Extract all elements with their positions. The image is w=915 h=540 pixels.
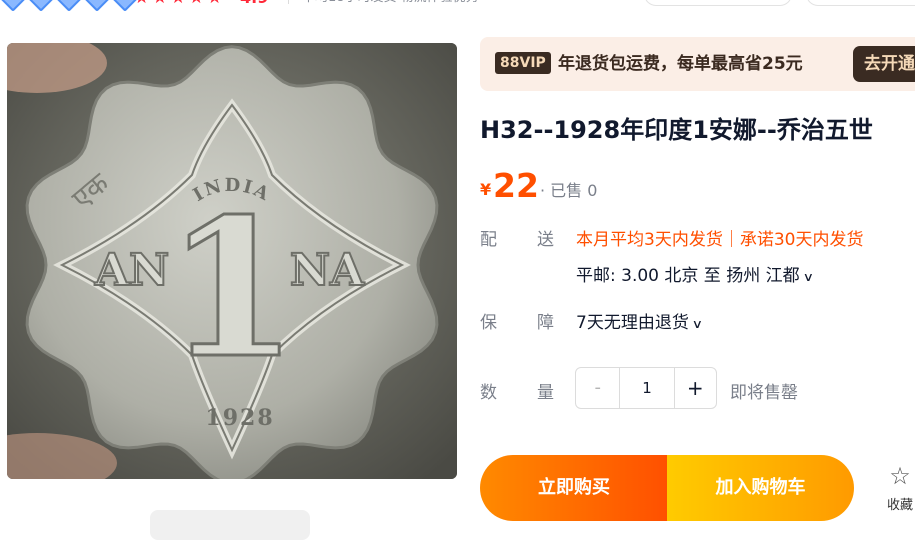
quantity-input[interactable]: 1 (620, 368, 675, 408)
coin-denomination: 1 (166, 177, 298, 400)
coin-word-right: NA (290, 245, 365, 296)
diamond-icon (56, 0, 82, 12)
chevron-down-icon: ∨ (691, 317, 703, 331)
favorite-label: 收藏 (886, 498, 913, 513)
product-image[interactable]: INDIA 1 AN NA 1928 एक (7, 43, 457, 479)
rating-stars: ★ ★ ★ ★ ★ (134, 0, 222, 8)
shop-shipping-note: 平均18小时发货 物流体验优秀 (302, 0, 479, 8)
guarantee-text: 7天无理由退货 (576, 313, 689, 333)
quantity-decrease-button[interactable]: - (576, 368, 621, 408)
star-icon: ★ (171, 0, 186, 8)
quantity-stepper: - 1 + (575, 367, 717, 409)
sold-count: · 已售 0 (540, 181, 598, 200)
delivery-route-text: 平邮: 3.00 北京 至 扬州 江都 (576, 266, 800, 286)
shop-button[interactable] (806, 0, 915, 6)
image-thumbnails[interactable] (150, 510, 310, 540)
top-strip: ★ ★ ★ ★ ★ 4.9 平均18小时发货 物流体验优秀 (0, 0, 915, 12)
coin-year: 1928 (205, 405, 274, 431)
rating-score: 4.9 (240, 0, 268, 8)
star-icon: ★ (134, 0, 149, 8)
diamond-icon (0, 0, 26, 12)
add-to-cart-button[interactable]: 加入购物车 (667, 455, 854, 521)
favorite-button[interactable]: ☆ 收藏 (880, 462, 915, 513)
delivery-route[interactable]: 平邮: 3.00 北京 至 扬州 江都 ∨ (576, 261, 814, 286)
star-icon: ★ (207, 0, 222, 8)
price-currency: ¥ (480, 180, 492, 199)
delivery-promise: 本月平均3天内发货｜承诺30天内发货 (576, 230, 864, 250)
buy-now-button[interactable]: 立即购买 (480, 455, 668, 521)
divider (288, 0, 289, 4)
coin-word-left: AN (94, 245, 169, 296)
diamond-icon (84, 0, 110, 12)
stock-note: 即将售罄 (730, 383, 798, 403)
star-outline-icon: ☆ (889, 462, 911, 490)
price-value: 22 (493, 166, 539, 205)
quantity-increase-button[interactable]: + (675, 368, 716, 408)
vip-open-button[interactable]: 去开通 (853, 46, 915, 82)
vip-banner[interactable]: 88VIP 年退货包运费，每单最高省25元 去开通 (480, 37, 915, 91)
chevron-down-icon: ∨ (802, 270, 814, 284)
coin-photo: INDIA 1 AN NA 1928 एक (7, 43, 457, 479)
vip-text: 年退货包运费，每单最高省25元 (558, 54, 803, 74)
star-icon: ★ (189, 0, 204, 8)
shop-button[interactable] (644, 0, 792, 6)
diamond-icon (28, 0, 54, 12)
vip-badge: 88VIP (495, 52, 551, 74)
product-title: H32--1928年印度1安娜--乔治五世 (480, 116, 873, 144)
guarantee-dropdown[interactable]: 7天无理由退货 ∨ (576, 308, 703, 333)
seller-level-icons (0, 0, 138, 12)
star-icon: ★ (152, 0, 167, 8)
